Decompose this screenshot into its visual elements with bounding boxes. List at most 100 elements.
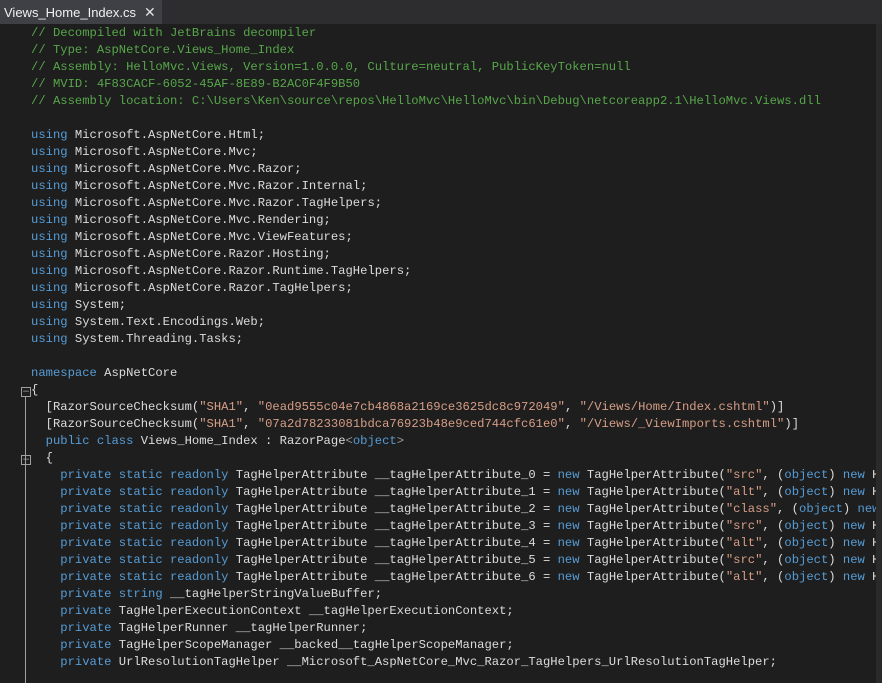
code-line: using Microsoft.AspNetCore.Mvc.Rendering… xyxy=(31,212,876,229)
code-line: { xyxy=(31,382,876,399)
outline-guide xyxy=(25,397,26,683)
code-token: H xyxy=(872,536,876,550)
code-line: private static readonly TagHelperAttribu… xyxy=(31,552,876,569)
code-line: using Microsoft.AspNetCore.Mvc.Razor.Int… xyxy=(31,178,876,195)
code-token: Views_Home_Index : RazorPage xyxy=(133,434,346,448)
keyword-token: using xyxy=(31,315,68,329)
code-editor[interactable]: − − // Decompiled with JetBrains decompi… xyxy=(0,24,882,683)
code-token: { xyxy=(31,451,53,465)
keyword-token: new xyxy=(557,519,580,533)
comment-token: // Decompiled with JetBrains decompiler xyxy=(31,26,317,40)
keyword-token: private static readonly xyxy=(31,519,229,533)
comment-token: // MVID: 4F83CACF-6052-45AF-8E89-B2AC0F4… xyxy=(31,77,361,91)
tab-views-home-index[interactable]: Views_Home_Index.cs ✕ xyxy=(0,0,162,24)
code-line: using Microsoft.AspNetCore.Mvc.Razor.Tag… xyxy=(31,195,876,212)
keyword-token: private string xyxy=(31,587,163,601)
keyword-token: using xyxy=(31,128,68,142)
keyword-token: new xyxy=(842,468,865,482)
code-token: , ( xyxy=(762,570,785,584)
vertical-scrollbar[interactable] xyxy=(876,24,882,683)
collapse-class-icon[interactable]: − xyxy=(21,455,31,465)
string-token: "SHA1" xyxy=(199,400,244,414)
keyword-token: using xyxy=(31,196,68,210)
code-token: , ( xyxy=(762,553,785,567)
collapse-namespace-icon[interactable]: − xyxy=(21,387,31,397)
code-line: // Decompiled with JetBrains decompiler xyxy=(31,25,876,42)
keyword-token: new xyxy=(557,553,580,567)
keyword-token: public class xyxy=(31,434,134,448)
code-token: Microsoft.AspNetCore.Razor.Hosting; xyxy=(67,247,331,261)
code-line: { xyxy=(31,450,876,467)
string-token: "0ead9555c04e7cb4868a2169ce3625dc8c97204… xyxy=(257,400,565,414)
comment-token: // Assembly location: C:\Users\Ken\sourc… xyxy=(31,94,821,108)
code-token: ) xyxy=(828,570,843,584)
code-line: using Microsoft.AspNetCore.Razor.TagHelp… xyxy=(31,280,876,297)
code-token: TagHelperAttribute __tagHelperAttribute_… xyxy=(228,502,558,516)
code-line: [RazorSourceChecksum("SHA1", "0ead9555c0… xyxy=(31,399,876,416)
string-token: "alt" xyxy=(725,485,763,499)
code-line: [RazorSourceChecksum("SHA1", "07a2d78233… xyxy=(31,416,876,433)
code-line: // Assembly: HelloMvc.Views, Version=1.0… xyxy=(31,59,876,76)
string-token: "07a2d78233081bdca76923b48e9ced744cfc61e… xyxy=(257,417,565,431)
code-token: [RazorSourceChecksum( xyxy=(31,417,200,431)
code-token: , ( xyxy=(762,536,785,550)
keyword-token: object xyxy=(784,468,829,482)
keyword-token: using xyxy=(31,332,68,346)
code-token: Microsoft.AspNetCore.Mvc.Razor; xyxy=(67,162,302,176)
code-line: using Microsoft.AspNetCore.Mvc; xyxy=(31,144,876,161)
code-token: H xyxy=(872,485,876,499)
string-token: "alt" xyxy=(725,570,763,584)
code-token: , ( xyxy=(762,468,785,482)
code-token: TagHelperAttribute __tagHelperAttribute_… xyxy=(228,468,558,482)
code-token: , ( xyxy=(777,502,799,516)
code-token: , xyxy=(564,400,580,414)
keyword-token: using xyxy=(31,247,68,261)
code-token: )] xyxy=(784,417,800,431)
code-line: using Microsoft.AspNetCore.Mvc.Razor; xyxy=(31,161,876,178)
code-token: TagHelperExecutionContext __tagHelperExe… xyxy=(111,604,514,618)
code-token: )] xyxy=(769,400,785,414)
keyword-token: using xyxy=(31,179,68,193)
code-line: private static readonly TagHelperAttribu… xyxy=(31,569,876,586)
code-token: TagHelperAttribute( xyxy=(579,570,726,584)
keyword-token: private xyxy=(31,638,112,652)
code-token: __tagHelperStringValueBuffer; xyxy=(162,587,383,601)
keyword-token: using xyxy=(31,145,68,159)
string-token: "SHA1" xyxy=(199,417,244,431)
code-token: TagHelperScopeManager __backed__tagHelpe… xyxy=(111,638,514,652)
code-token: AspNetCore xyxy=(96,366,178,380)
code-token: Microsoft.AspNetCore.Mvc.ViewFeatures; xyxy=(67,230,353,244)
code-token: , ( xyxy=(762,519,785,533)
string-token: "alt" xyxy=(725,536,763,550)
code-token: TagHelperAttribute __tagHelperAttribute_… xyxy=(228,570,558,584)
code-line: using Microsoft.AspNetCore.Html; xyxy=(31,127,876,144)
keyword-token: new xyxy=(557,468,580,482)
keyword-token: private static readonly xyxy=(31,536,229,550)
keyword-token: new xyxy=(557,485,580,499)
keyword-token: object xyxy=(799,502,843,516)
code-line: private static readonly TagHelperAttribu… xyxy=(31,501,876,518)
code-text[interactable]: // Decompiled with JetBrains decompiler /… xyxy=(31,25,876,671)
keyword-token: namespace xyxy=(31,366,97,380)
code-line: using Microsoft.AspNetCore.Razor.Hosting… xyxy=(31,246,876,263)
code-line: private TagHelperExecutionContext __tagH… xyxy=(31,603,876,620)
code-line: // MVID: 4F83CACF-6052-45AF-8E89-B2AC0F4… xyxy=(31,76,876,93)
keyword-token: new xyxy=(842,519,865,533)
keyword-token: private xyxy=(31,621,112,635)
code-line: public class Views_Home_Index : RazorPag… xyxy=(31,433,876,450)
keyword-token: new xyxy=(842,570,865,584)
code-token: TagHelperAttribute( xyxy=(579,468,726,482)
code-token: H xyxy=(872,468,876,482)
keyword-token: object xyxy=(784,519,829,533)
keyword-token: private static readonly xyxy=(31,553,229,567)
close-icon[interactable]: ✕ xyxy=(142,4,158,21)
code-token: TagHelperAttribute( xyxy=(579,536,726,550)
keyword-token: new xyxy=(842,536,865,550)
keyword-token: private static readonly xyxy=(31,485,229,499)
code-token: [RazorSourceChecksum( xyxy=(31,400,200,414)
code-token: TagHelperAttribute( xyxy=(579,519,726,533)
keyword-token: new xyxy=(842,553,865,567)
code-line: // Type: AspNetCore.Views_Home_Index xyxy=(31,42,876,59)
code-line: using System; xyxy=(31,297,876,314)
code-line: using Microsoft.AspNetCore.Mvc.ViewFeatu… xyxy=(31,229,876,246)
